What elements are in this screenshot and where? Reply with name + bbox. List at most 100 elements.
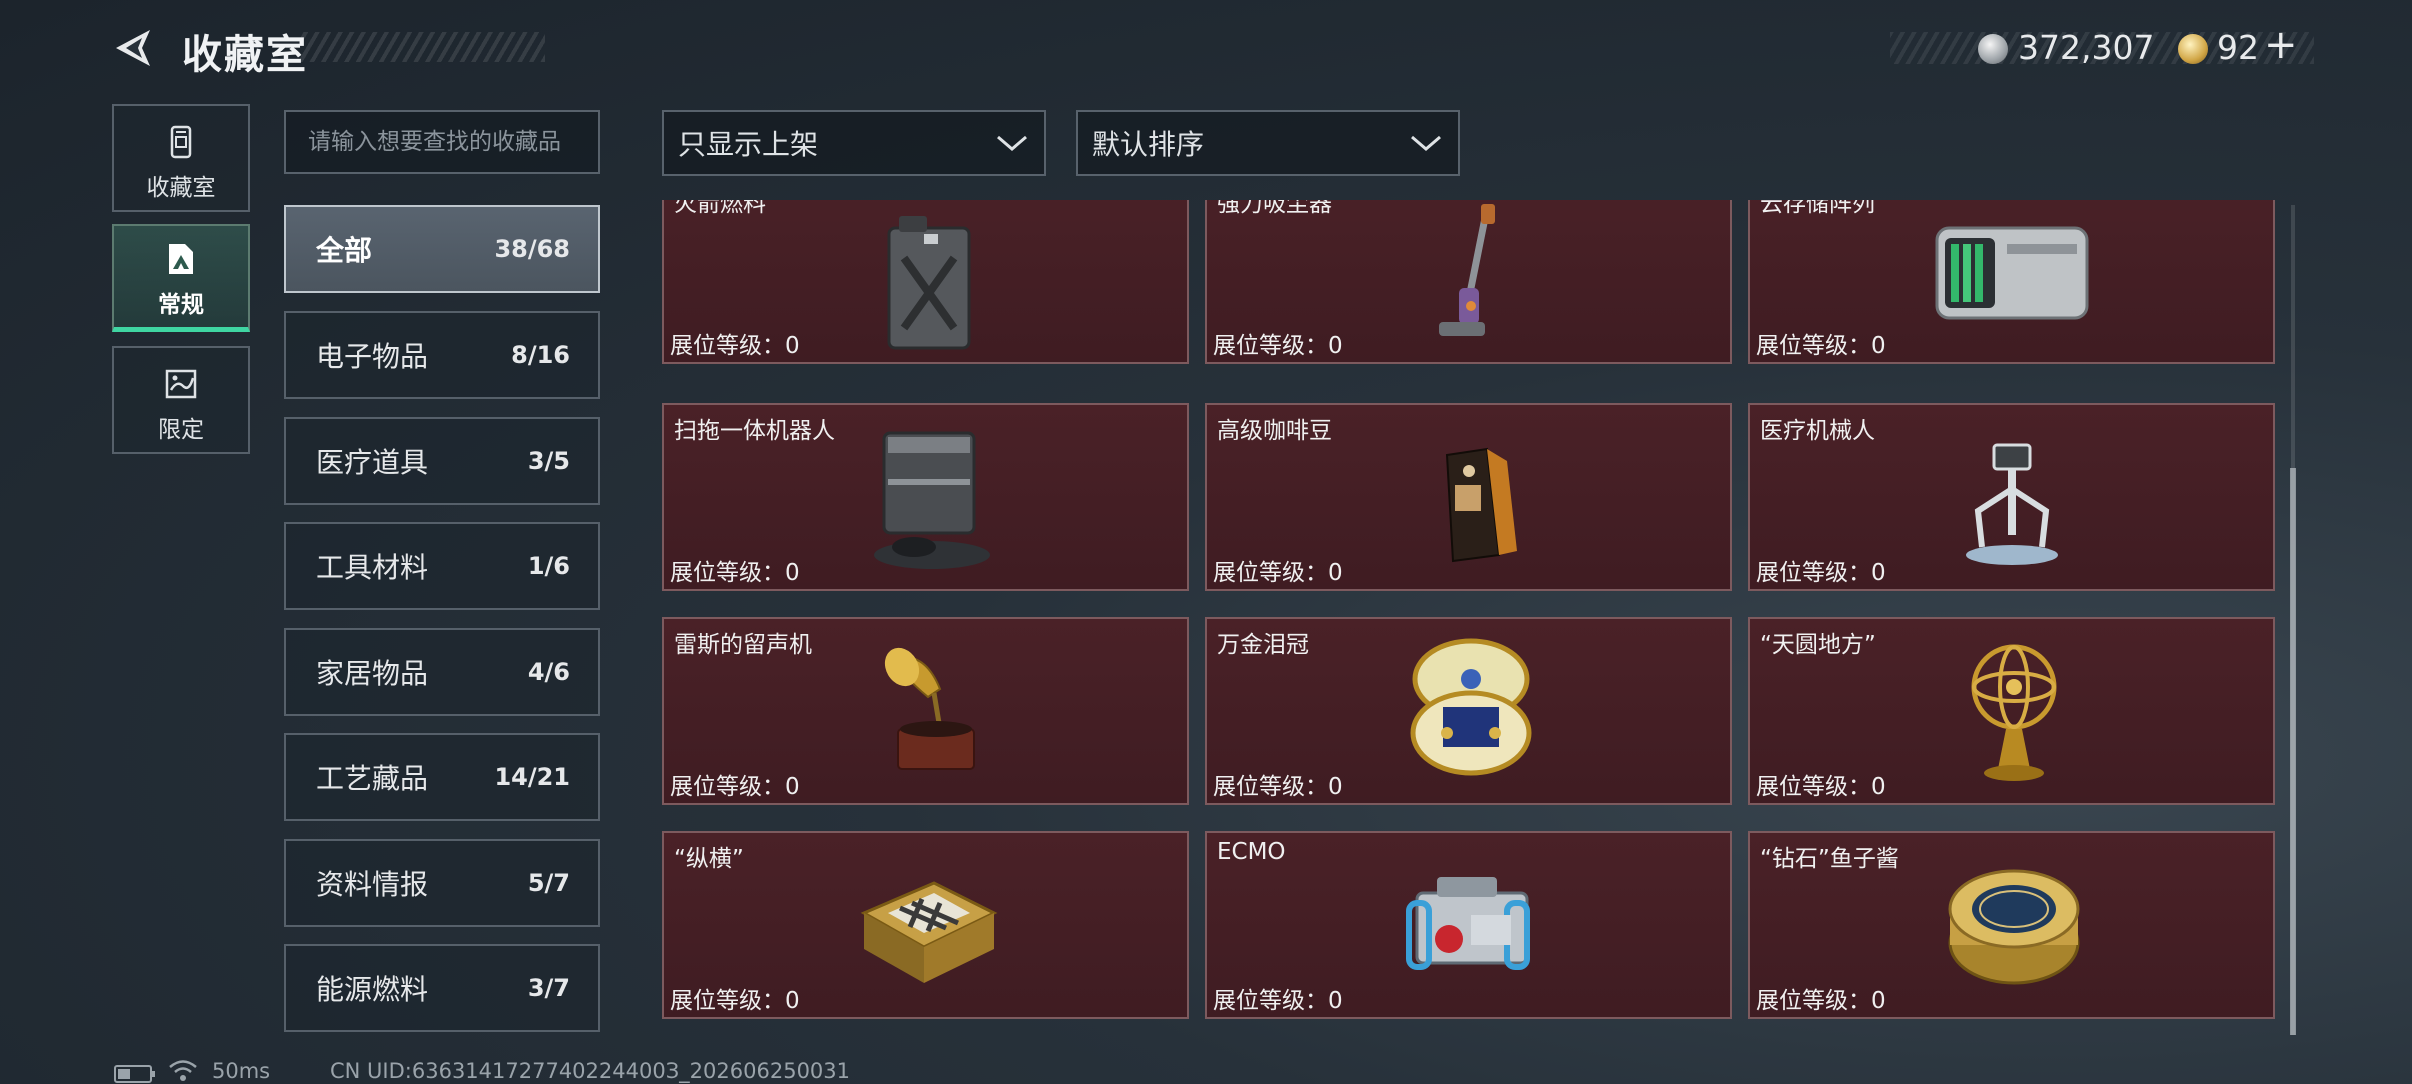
item-card-cloud-storage[interactable]: 云存储阵列 展位等级：0	[1748, 200, 2275, 364]
page-title: 收藏室	[182, 32, 308, 78]
level-label: 展位等级：	[1756, 774, 1871, 800]
item-name: “天圆地方”	[1760, 632, 1876, 658]
chevron-down-icon	[997, 135, 1027, 151]
sort-value: 默认排序	[1092, 128, 1205, 161]
level-value: 0	[785, 774, 800, 800]
level-label: 展位等级：	[670, 560, 785, 586]
item-card-gramophone[interactable]: 雷斯的留声机 展位等级：0	[662, 617, 1189, 805]
back-arrow-icon[interactable]	[112, 26, 156, 70]
limited-icon	[165, 369, 197, 399]
item-name: 雷斯的留声机	[674, 632, 812, 658]
search-input[interactable]	[284, 110, 600, 174]
item-name: “纵横”	[674, 846, 744, 872]
item-name: “钻石”鱼子酱	[1760, 846, 1899, 872]
category-count: 14/21	[494, 763, 570, 791]
level-value: 0	[1871, 988, 1886, 1014]
level-label: 展位等级：	[1756, 988, 1871, 1014]
regular-icon	[169, 244, 193, 274]
gramophone-icon	[884, 647, 975, 770]
level-label: 展位等级：	[1213, 333, 1328, 359]
collection-grid: 火箭燃料 展位等级：0 强力吸尘器 展位等级：0 云存储阵列 展位等级：0 扫拖…	[660, 200, 2280, 1038]
grid-scrollbar-thumb[interactable]	[2290, 468, 2296, 1035]
silver-coin-icon	[1978, 34, 2008, 64]
level-value: 0	[1871, 560, 1886, 586]
category-tools[interactable]: 工具材料 1/6	[284, 522, 600, 610]
item-level: 展位等级：0	[1213, 326, 1343, 360]
category-count: 4/6	[527, 658, 570, 686]
item-card-coffee-beans[interactable]: 高级咖啡豆 展位等级：0	[1205, 403, 1732, 591]
level-value: 0	[1328, 774, 1343, 800]
category-count: 5/7	[527, 869, 570, 897]
item-level: 展位等级：0	[1213, 767, 1343, 801]
item-card-jeweled-egg[interactable]: 万金泪冠 展位等级：0	[1205, 617, 1732, 805]
item-name: 强力吸尘器	[1217, 200, 1332, 217]
nav-tab-regular[interactable]: 常规	[112, 224, 250, 332]
display-filter-value: 只显示上架	[678, 128, 819, 161]
item-level: 展位等级：0	[670, 326, 800, 360]
item-level: 展位等级：0	[1756, 981, 1886, 1015]
category-label: 全部	[316, 234, 373, 267]
category-count: 38/68	[494, 235, 570, 263]
nav-tab-collection[interactable]: 收藏室	[112, 104, 250, 212]
item-name: ECMO	[1217, 839, 1286, 865]
item-card-armillary-sphere[interactable]: “天圆地方” 展位等级：0	[1748, 617, 2275, 805]
level-label: 展位等级：	[1756, 560, 1871, 586]
category-electronics[interactable]: 电子物品 8/16	[284, 311, 600, 399]
level-value: 0	[785, 988, 800, 1014]
item-name: 高级咖啡豆	[1217, 418, 1332, 444]
vacuum-cleaner-icon	[1439, 204, 1495, 336]
item-card-caviar[interactable]: “钻石”鱼子酱 展位等级：0	[1748, 831, 2275, 1019]
category-label: 工艺藏品	[316, 762, 429, 795]
level-value: 0	[1328, 988, 1343, 1014]
item-level: 展位等级：0	[1756, 553, 1886, 587]
nav-tab-label: 常规	[158, 292, 204, 318]
category-label: 能源燃料	[316, 973, 429, 1006]
display-filter-dropdown[interactable]: 只显示上架	[662, 110, 1046, 176]
collection-icon	[170, 125, 192, 159]
item-card-medical-robot[interactable]: 医疗机械人 展位等级：0	[1748, 403, 2275, 591]
item-card-chess-box[interactable]: “纵横” 展位等级：0	[662, 831, 1189, 1019]
level-label: 展位等级：	[1756, 333, 1871, 359]
level-value: 0	[1871, 774, 1886, 800]
coffee-bag-icon	[1445, 447, 1517, 563]
level-value: 0	[785, 333, 800, 359]
item-name: 扫拖一体机器人	[674, 418, 835, 444]
ecmo-machine-icon	[1406, 877, 1530, 970]
chess-box-icon	[860, 881, 998, 983]
nav-tab-label: 收藏室	[146, 175, 216, 201]
item-card-rocket-fuel[interactable]: 火箭燃料 展位等级：0	[662, 200, 1189, 364]
item-level: 展位等级：0	[1213, 553, 1343, 587]
category-label: 资料情报	[316, 868, 429, 901]
category-label: 工具材料	[316, 551, 429, 584]
item-level: 展位等级：0	[670, 553, 800, 587]
item-card-vacuum[interactable]: 强力吸尘器 展位等级：0	[1205, 200, 1732, 364]
item-level: 展位等级：0	[670, 767, 800, 801]
level-value: 0	[1328, 333, 1343, 359]
chevron-down-icon	[1411, 135, 1441, 151]
item-card-ecmo[interactable]: ECMO 展位等级：0	[1205, 831, 1732, 1019]
category-all[interactable]: 全部 38/68	[284, 205, 600, 293]
sort-dropdown[interactable]: 默认排序	[1076, 110, 1460, 176]
item-name: 火箭燃料	[674, 200, 766, 217]
top-bar: 收藏室 372,307 92 +	[0, 0, 2412, 100]
add-currency-button[interactable]: +	[2264, 22, 2298, 68]
category-label: 电子物品	[316, 340, 429, 373]
item-name: 医疗机械人	[1760, 418, 1875, 444]
category-household[interactable]: 家居物品 4/6	[284, 628, 600, 716]
medical-robot-icon	[1966, 443, 2058, 565]
item-level: 展位等级：0	[1213, 981, 1343, 1015]
category-count: 1/6	[527, 552, 570, 580]
level-label: 展位等级：	[670, 774, 785, 800]
category-intel[interactable]: 资料情报 5/7	[284, 839, 600, 927]
item-card-robot-mop[interactable]: 扫拖一体机器人 展位等级：0	[662, 403, 1189, 591]
level-label: 展位等级：	[670, 988, 785, 1014]
category-crafts[interactable]: 工艺藏品 14/21	[284, 733, 600, 821]
category-medical[interactable]: 医疗道具 3/5	[284, 417, 600, 505]
category-energy[interactable]: 能源燃料 3/7	[284, 944, 600, 1032]
nav-tab-limited[interactable]: 限定	[112, 346, 250, 454]
ping-text: 50ms	[212, 1059, 271, 1083]
title-decoration	[300, 32, 545, 62]
fuel-canister-icon	[887, 216, 971, 350]
item-level: 展位等级：0	[1756, 767, 1886, 801]
item-level: 展位等级：0	[1756, 326, 1886, 360]
